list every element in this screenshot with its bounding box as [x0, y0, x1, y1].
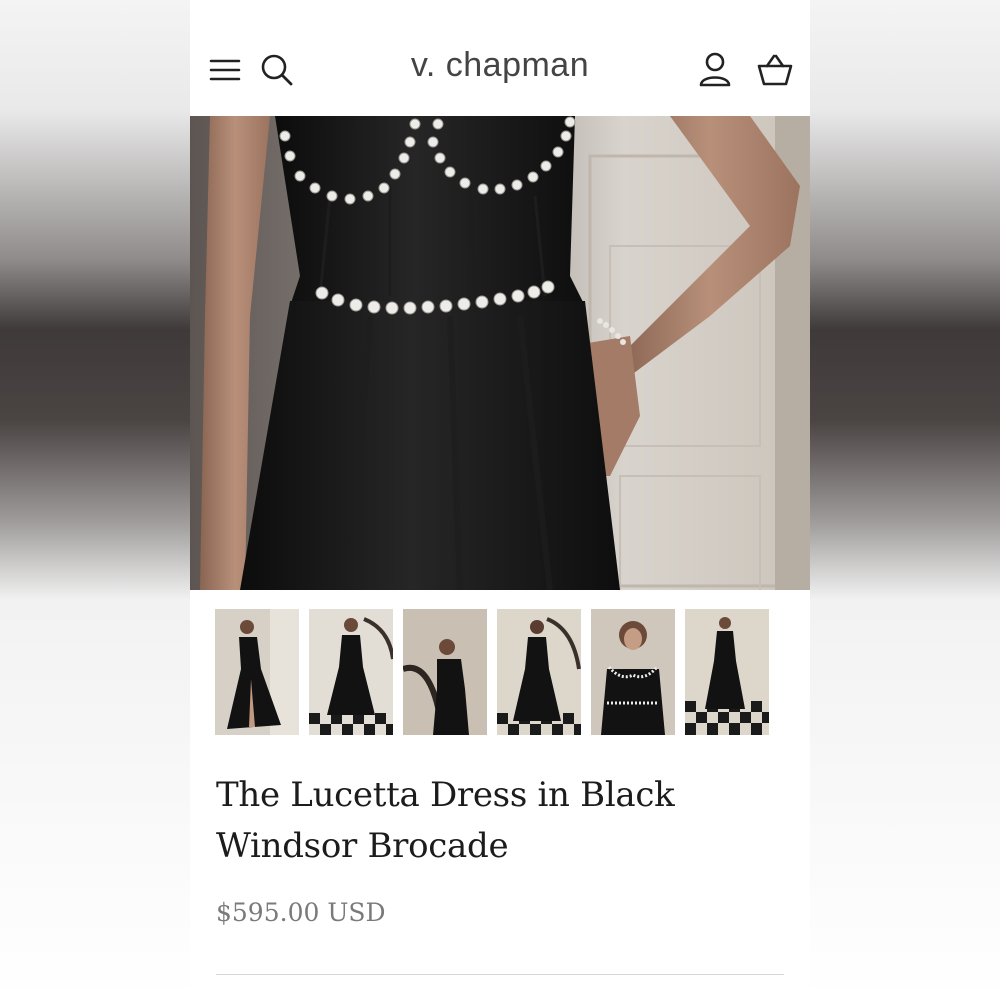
thumbnail-gallery	[215, 609, 775, 735]
thumbnail-6[interactable]	[685, 609, 769, 735]
thumbnail-4[interactable]	[497, 609, 581, 735]
thumbnail-5[interactable]	[591, 609, 675, 735]
section-divider	[216, 974, 784, 975]
thumbnail-1[interactable]	[215, 609, 299, 735]
thumbnail-3[interactable]	[403, 609, 487, 735]
shopping-basket-icon[interactable]	[755, 50, 795, 90]
user-account-icon[interactable]	[695, 50, 735, 90]
mobile-product-page: v. chapman The Lucetta Dress in Black Wi…	[190, 0, 810, 1000]
dress-photo	[190, 116, 810, 590]
product-hero-image[interactable]	[190, 116, 810, 590]
site-header: v. chapman	[190, 0, 810, 116]
product-title: The Lucetta Dress in Black Windsor Broca…	[216, 775, 675, 866]
thumbnail-2[interactable]	[309, 609, 393, 735]
product-price: $595.00 USD	[216, 898, 386, 927]
